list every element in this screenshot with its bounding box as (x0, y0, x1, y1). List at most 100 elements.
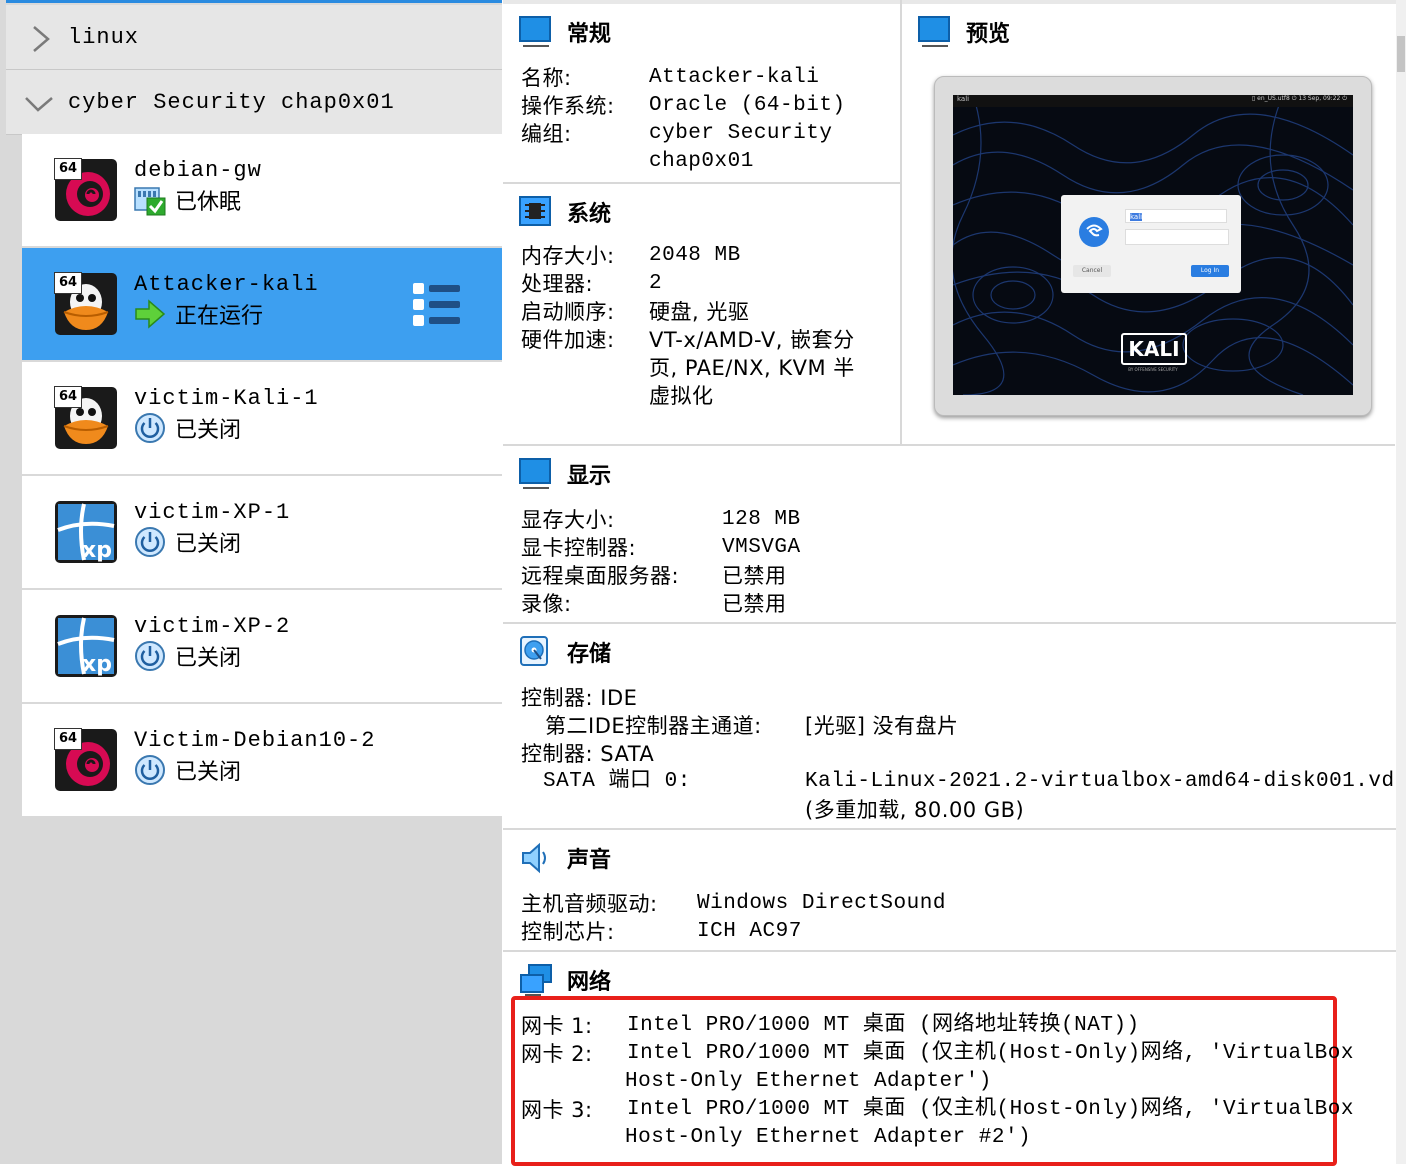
vm-name: victim-Kali-1 (134, 386, 319, 411)
system-boot-key: 启动顺序: (521, 300, 615, 324)
vm-item-debian-gw[interactable]: 64 debian-gw 已休眠 (22, 134, 502, 248)
windows-xp-icon: xp (54, 614, 118, 678)
vm-name: victim-XP-1 (134, 500, 291, 525)
section-system: 系统 内存大小: 2048 MB 处理器: 2 启动顺序: 硬盘, 光驱 硬件加… (503, 184, 900, 446)
group-label: linux (68, 24, 140, 50)
general-os-key: 操作系统: (521, 94, 615, 118)
group-cyber-security[interactable]: cyber Security chap0x01 (6, 70, 502, 135)
selection-accent-line (6, 0, 502, 3)
storage-ide-port-value: [光驱] 没有盘片 (805, 714, 959, 738)
power-off-icon (134, 754, 166, 786)
saved-state-icon (134, 184, 166, 216)
section-header[interactable]: 预览 (918, 14, 1010, 50)
monitor-icon (519, 457, 553, 491)
general-os-value: Oracle (64-bit) (649, 94, 846, 117)
display-ctrl-key: 显卡控制器: (521, 536, 637, 560)
section-header[interactable]: 网络 (519, 962, 611, 998)
group-label: cyber Security chap0x01 (68, 89, 395, 115)
details-menu-icon[interactable] (412, 282, 462, 328)
vm-state-label: 已休眠 (175, 190, 242, 215)
chip-icon (519, 195, 553, 229)
vm-item-attacker-kali[interactable]: 64 Attacker-kali 正在运行 (22, 248, 502, 362)
section-network: 网络 网卡 1: Intel PRO/1000 MT 桌面 (网络地址转换(NA… (503, 952, 1396, 1166)
storage-controller-ide: 控制器: IDE (521, 686, 638, 710)
section-header[interactable]: 声音 (519, 840, 611, 876)
system-mem-value: 2048 MB (649, 244, 741, 267)
monitor-icon (918, 15, 952, 49)
debian-icon: 64 (54, 158, 118, 222)
kali-tagline: BY OFFENSIVE SECURITY (1128, 367, 1178, 372)
vm-state: 已休眠 (134, 184, 242, 216)
storage-sata-port-key: SATA 端口 0: (543, 770, 691, 793)
chevron-down-icon[interactable] (6, 70, 68, 134)
system-boot-value: 硬盘, 光驱 (649, 300, 750, 324)
network-icon (519, 963, 553, 997)
preview-login-dialog: kali Cancel Log In (1061, 195, 1241, 293)
network-adapter-2-value-cont: Host-Only Ethernet Adapter') (625, 1070, 992, 1093)
audio-chip-key: 控制芯片: (521, 920, 615, 944)
vm-state-label: 已关闭 (175, 646, 242, 671)
vm-state-label: 正在运行 (175, 304, 264, 329)
section-title: 声音 (567, 848, 612, 873)
display-rec-value: 已禁用 (722, 592, 787, 616)
chevron-right-icon[interactable] (6, 5, 68, 69)
section-title: 存储 (567, 642, 612, 667)
network-adapter-1-value: Intel PRO/1000 MT 桌面 (网络地址转换(NAT)) (627, 1014, 1140, 1037)
preview-password-field (1125, 229, 1229, 245)
system-mem-key: 内存大小: (521, 244, 615, 268)
scrollbar-thumb[interactable] (1397, 36, 1405, 72)
vm-state: 正在运行 (134, 299, 263, 329)
audio-chip-value: ICH AC97 (697, 920, 802, 943)
svg-text:xp: xp (82, 652, 112, 677)
system-accel-value: VT-x/AMD-V, 嵌套分 (649, 328, 855, 352)
audio-driver-value: Windows DirectSound (697, 892, 946, 915)
storage-sata-port-value-cont: (多重加载, 80.00 GB) (805, 798, 1025, 822)
display-vram-key: 显存大小: (521, 508, 615, 532)
vm-name: Attacker-kali (134, 272, 319, 297)
vm-item-victim-debian10-2[interactable]: 64 Victim-Debian10-2 已关闭 (22, 704, 502, 818)
vm-name: Victim-Debian10-2 (134, 728, 376, 753)
user-avatar-icon (1079, 217, 1109, 247)
network-adapter-2-key: 网卡 2: (521, 1042, 593, 1066)
vm-item-victim-xp-1[interactable]: xp victim-XP-1 已关闭 (22, 476, 502, 590)
section-header[interactable]: 显示 (519, 456, 611, 492)
preview-topbar-left: kali (957, 95, 970, 103)
section-header[interactable]: 常规 (519, 14, 611, 50)
running-arrow-icon (134, 298, 166, 330)
system-accel-value-cont: 虚拟化 (649, 384, 714, 408)
section-header[interactable]: 系统 (519, 194, 611, 230)
network-adapter-1-key: 网卡 1: (521, 1014, 593, 1038)
section-audio: 声音 主机音频驱动: Windows DirectSound 控制芯片: ICH… (503, 830, 1396, 952)
section-header[interactable]: 存储 (519, 634, 611, 670)
network-adapter-3-value: Intel PRO/1000 MT 桌面 (仅主机(Host-Only)网络, … (627, 1098, 1354, 1121)
vm-state: 已关闭 (134, 413, 241, 443)
hard-disk-icon (519, 635, 553, 669)
preview-login-button: Log In (1191, 265, 1229, 277)
vm-name: victim-XP-2 (134, 614, 291, 639)
svg-text:xp: xp (82, 538, 112, 563)
preview-screen[interactable]: kali ▯ en_US.utf8 ⏻ 13 Sep, 09:22 ⏻ kali… (953, 95, 1353, 395)
power-off-icon (134, 412, 166, 444)
debian-icon: 64 (54, 728, 118, 792)
vm-state: 已关闭 (134, 641, 241, 671)
vm-state-label: 已关闭 (175, 532, 242, 557)
display-rec-key: 录像: (521, 592, 572, 616)
speaker-icon (519, 841, 553, 875)
vm-name: debian-gw (134, 158, 262, 183)
section-storage: 存储 控制器: IDE 第二IDE控制器主通道: [光驱] 没有盘片 控制器: … (503, 624, 1406, 830)
kali-linux-icon: 64 (54, 386, 118, 450)
system-cpu-value: 2 (649, 272, 663, 295)
kali-logo-text: KALI (1121, 333, 1187, 365)
storage-ide-port-key: 第二IDE控制器主通道: (545, 714, 762, 738)
vm-item-victim-xp-2[interactable]: xp victim-XP-2 已关闭 (22, 590, 502, 704)
display-rdp-value: 已禁用 (722, 564, 787, 588)
details-pane: 常规 名称: Attacker-kali 操作系统: Oracle (64-bi… (503, 0, 1406, 1166)
details-scrollbar[interactable] (1396, 0, 1406, 1164)
group-linux[interactable]: linux (6, 5, 502, 70)
network-adapter-3-value-cont: Host-Only Ethernet Adapter #2') (625, 1126, 1032, 1149)
preview-topbar-right: ▯ en_US.utf8 ⏻ 13 Sep, 09:22 ⏻ (1251, 95, 1347, 102)
vm-item-victim-kali-1[interactable]: 64 victim-Kali-1 已关闭 (22, 362, 502, 476)
vm-state: 已关闭 (134, 755, 241, 785)
storage-sata-port-value: Kali-Linux-2021.2-virtualbox-amd64-disk0… (805, 770, 1406, 793)
preview-frame: kali ▯ en_US.utf8 ⏻ 13 Sep, 09:22 ⏻ kali… (934, 76, 1372, 416)
